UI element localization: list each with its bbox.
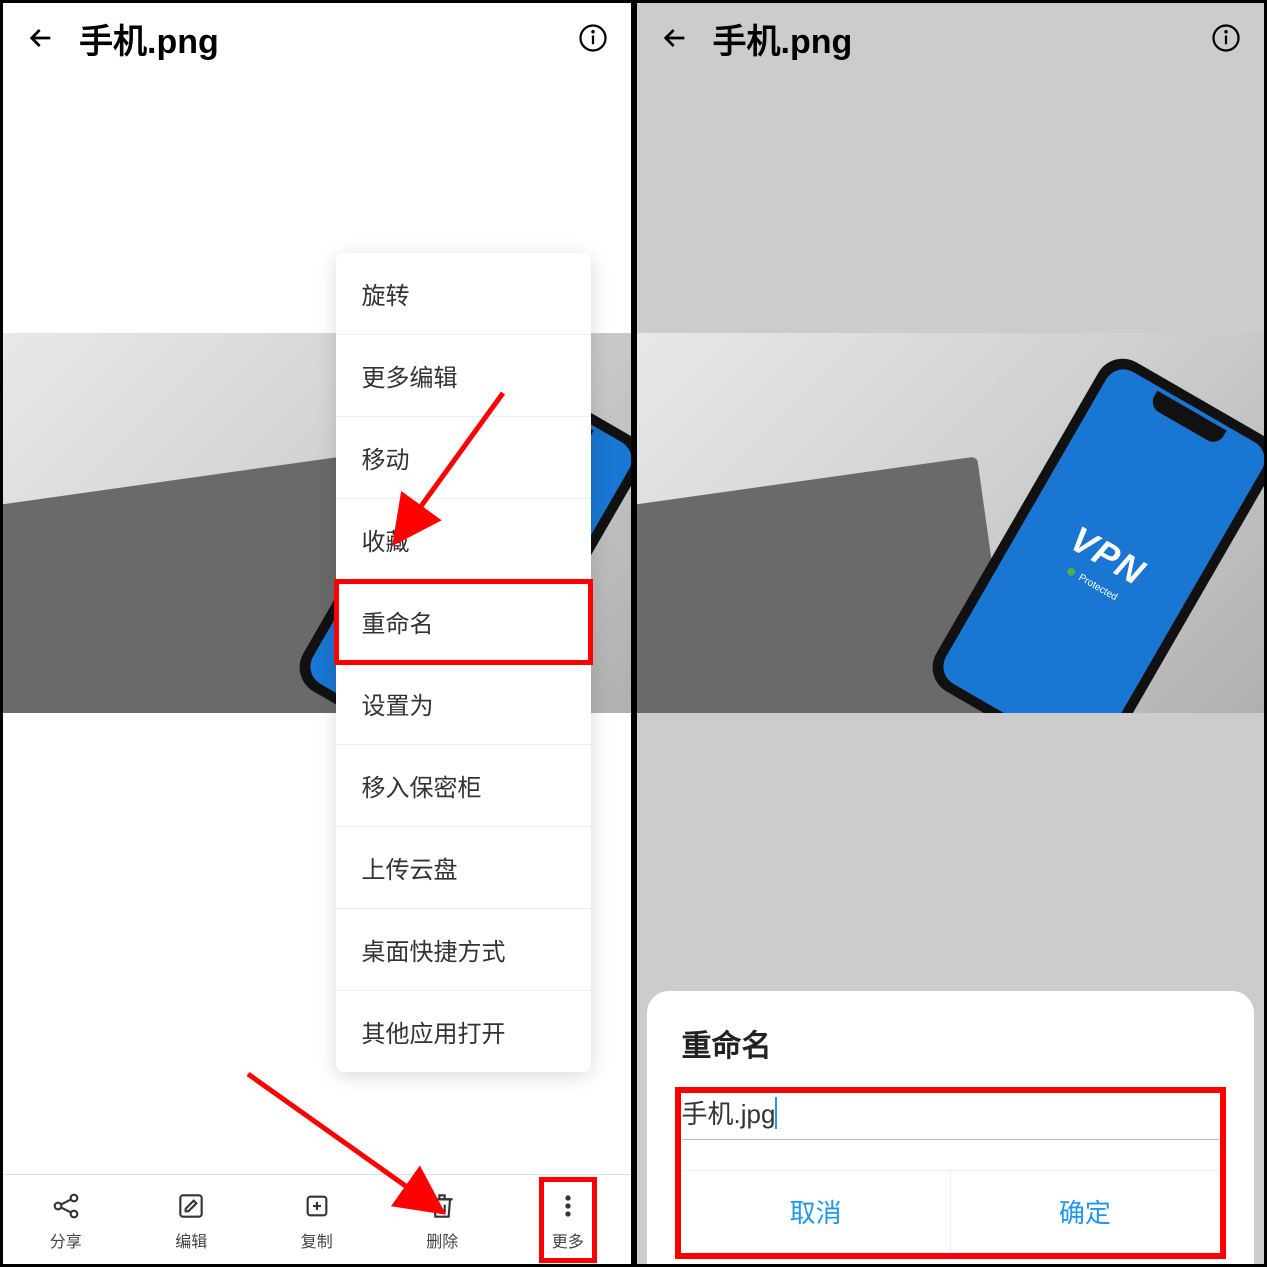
info-button[interactable] [1208,20,1244,56]
text-cursor [775,1097,777,1129]
edit-button[interactable]: 编辑 [167,1182,215,1258]
more-button[interactable]: 更多 [544,1182,592,1258]
rename-dialog: 重命名 手机.jpg 取消 确定 [647,991,1255,1264]
trash-icon [424,1188,460,1224]
confirm-button[interactable]: 确定 [951,1171,1219,1252]
dialog-title: 重命名 [682,1021,1220,1065]
delete-label: 删除 [426,1228,458,1252]
more-icon [550,1188,586,1224]
dialog-highlight-box: 手机.jpg 取消 确定 [678,1090,1224,1256]
share-button[interactable]: 分享 [42,1182,90,1258]
copy-icon [299,1188,335,1224]
header-left: 手机.png [3,3,631,73]
rename-input[interactable]: 手机.jpg [682,1094,776,1131]
rename-input-row[interactable]: 手机.jpg [682,1094,1220,1140]
left-screenshot: 手机.png VPN Protected 旋转 更多编辑 移动 收藏 重命名 设… [3,3,631,1264]
vpn-text: VPN [1063,517,1153,593]
menu-favorite[interactable]: 收藏 [336,499,591,581]
page-title: 手机.png [79,14,219,63]
menu-more-edit[interactable]: 更多编辑 [336,335,591,417]
menu-rename[interactable]: 重命名 [336,581,591,663]
more-label: 更多 [552,1228,584,1252]
menu-rotate[interactable]: 旋转 [336,253,591,335]
photo-preview[interactable]: VPN Protected [637,333,1265,713]
copy-button[interactable]: 复制 [293,1182,341,1258]
share-icon [48,1188,84,1224]
right-screenshot: 手机.png VPN Protected 重命名 手机.jpg [637,3,1265,1264]
edit-icon [173,1188,209,1224]
menu-safe[interactable]: 移入保密柜 [336,745,591,827]
cancel-button[interactable]: 取消 [682,1171,951,1252]
share-label: 分享 [50,1228,82,1252]
copy-label: 复制 [301,1228,333,1252]
page-title: 手机.png [713,14,853,63]
info-button[interactable] [575,20,611,56]
back-button[interactable] [23,20,59,56]
menu-shortcut[interactable]: 桌面快捷方式 [336,909,591,991]
dialog-actions: 取消 确定 [682,1170,1220,1252]
delete-button[interactable]: 删除 [418,1182,466,1258]
bottom-toolbar: 分享 编辑 复制 删除 [3,1174,631,1264]
more-menu: 旋转 更多编辑 移动 收藏 重命名 设置为 移入保密柜 上传云盘 桌面快捷方式 … [336,253,591,1072]
menu-move[interactable]: 移动 [336,417,591,499]
menu-open-with[interactable]: 其他应用打开 [336,991,591,1072]
back-button[interactable] [657,20,693,56]
header-right: 手机.png [637,3,1265,73]
edit-label: 编辑 [175,1228,207,1252]
menu-set-as[interactable]: 设置为 [336,663,591,745]
menu-cloud[interactable]: 上传云盘 [336,827,591,909]
